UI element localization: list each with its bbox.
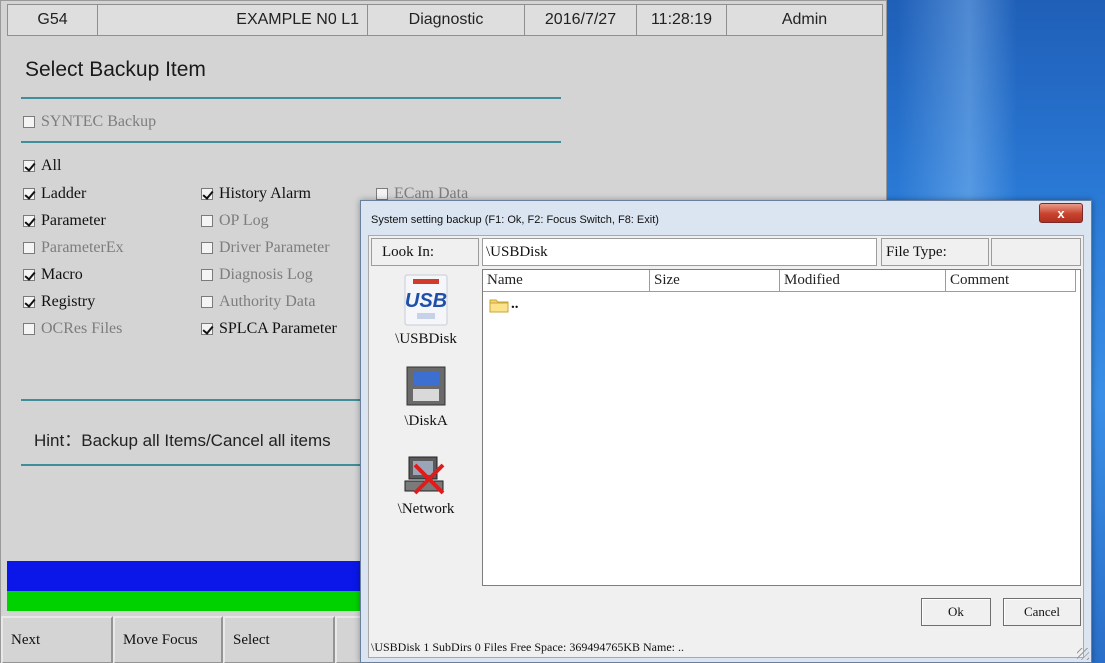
checkbox-label: ParameterEx bbox=[41, 239, 124, 256]
mode-label: Diagnostic bbox=[368, 5, 525, 35]
checkbox-label: All bbox=[41, 157, 62, 174]
checkbox-label: History Alarm bbox=[219, 185, 311, 202]
checkbox-label: Diagnosis Log bbox=[219, 266, 313, 283]
history-alarm-checkbox[interactable]: History Alarm bbox=[201, 185, 311, 203]
checkbox-label: Ladder bbox=[41, 185, 87, 202]
drive-label: \Network bbox=[397, 501, 455, 517]
parameter-checkbox[interactable]: Parameter bbox=[23, 212, 106, 230]
checkbox-box bbox=[201, 188, 213, 200]
divider bbox=[21, 141, 561, 143]
checkbox-label: OCRes Files bbox=[41, 320, 123, 337]
program-name: EXAMPLE N0 L1 bbox=[98, 5, 368, 35]
file-list: Name Size Modified Comment .. bbox=[482, 269, 1081, 586]
checkbox-box bbox=[23, 188, 35, 200]
file-list-header: Name Size Modified Comment bbox=[483, 270, 1080, 292]
dialog-title: System setting backup (F1: Ok, F2: Focus… bbox=[371, 214, 659, 226]
checkbox-label: Parameter bbox=[41, 212, 106, 229]
look-in-label: Look In: bbox=[371, 238, 479, 266]
hint-text: Hint：Backup all Items/Cancel all items bbox=[34, 431, 331, 450]
column-modified[interactable]: Modified bbox=[780, 270, 946, 292]
resize-grip[interactable] bbox=[1077, 648, 1089, 660]
checkbox-box bbox=[201, 215, 213, 227]
svg-text:USB: USB bbox=[405, 290, 447, 312]
status-bar: G54 EXAMPLE N0 L1 Diagnostic 2016/7/27 1… bbox=[7, 4, 883, 36]
checkbox-box bbox=[23, 116, 35, 128]
column-comment[interactable]: Comment bbox=[946, 270, 1076, 292]
splca-parameter-checkbox[interactable]: SPLCA Parameter bbox=[201, 320, 337, 338]
checkbox-box bbox=[23, 269, 35, 281]
checkbox-box bbox=[376, 188, 388, 200]
dialog-body: Look In: \USBDisk File Type: USB \USBDis… bbox=[368, 235, 1084, 658]
ladder-checkbox[interactable]: Ladder bbox=[23, 185, 86, 203]
page-title: Select Backup Item bbox=[25, 58, 206, 81]
op-log-checkbox[interactable]: OP Log bbox=[201, 212, 269, 230]
checkbox-label: Driver Parameter bbox=[219, 239, 330, 256]
user-label: Admin bbox=[781, 11, 828, 28]
softkey-next[interactable]: Next bbox=[1, 616, 113, 663]
diagnosis-log-checkbox[interactable]: Diagnosis Log bbox=[201, 266, 313, 284]
date-label: 2016/7/27 bbox=[525, 5, 637, 35]
drive-label: \DiskA bbox=[404, 413, 448, 429]
parameterex-checkbox[interactable]: ParameterEx bbox=[23, 239, 124, 257]
checkbox-label: Authority Data bbox=[219, 293, 316, 310]
checkbox-box bbox=[23, 242, 35, 254]
ocres-files-checkbox[interactable]: OCRes Files bbox=[23, 320, 122, 338]
checkbox-label: Macro bbox=[41, 266, 83, 283]
usb-drive-icon: USB bbox=[404, 274, 448, 326]
cancel-button[interactable]: Cancel bbox=[1003, 598, 1081, 626]
file-type-field[interactable] bbox=[991, 238, 1081, 266]
disk-icon bbox=[406, 366, 446, 406]
checkbox-box bbox=[23, 215, 35, 227]
divider bbox=[21, 97, 561, 99]
syntec-backup-checkbox[interactable]: SYNTEC Backup bbox=[23, 113, 156, 131]
list-item[interactable]: .. bbox=[489, 296, 519, 313]
backup-dialog: System setting backup (F1: Ok, F2: Focus… bbox=[360, 200, 1092, 663]
drive-usbdisk[interactable]: USB \USBDisk bbox=[371, 273, 481, 348]
look-in-field[interactable]: \USBDisk bbox=[482, 238, 877, 266]
dialog-status-line: \USBDisk 1 SubDirs 0 Files Free Space: 3… bbox=[371, 640, 684, 654]
checkbox-box bbox=[201, 269, 213, 281]
time-label: 11:28:19 bbox=[637, 5, 727, 35]
registry-checkbox[interactable]: Registry bbox=[23, 293, 95, 311]
softkey-select[interactable]: Select bbox=[223, 616, 335, 663]
checkbox-box bbox=[23, 296, 35, 308]
checkbox-box bbox=[201, 323, 213, 335]
drive-list: USB \USBDisk \DiskA \Network bbox=[371, 269, 481, 586]
checkbox-box bbox=[23, 323, 35, 335]
column-size[interactable]: Size bbox=[650, 270, 780, 292]
checkbox-box bbox=[201, 242, 213, 254]
ok-button[interactable]: Ok bbox=[921, 598, 991, 626]
column-name[interactable]: Name bbox=[483, 270, 650, 292]
checkbox-label: Registry bbox=[41, 293, 96, 310]
checkbox-label: SYNTEC Backup bbox=[41, 113, 157, 130]
authority-data-checkbox[interactable]: Authority Data bbox=[201, 293, 315, 311]
network-drive-disconnected-icon bbox=[404, 456, 445, 495]
file-name: .. bbox=[511, 296, 519, 312]
checkbox-box bbox=[201, 296, 213, 308]
driver-parameter-checkbox[interactable]: Driver Parameter bbox=[201, 239, 330, 257]
drive-diska[interactable]: \DiskA bbox=[371, 363, 481, 430]
checkbox-label: OP Log bbox=[219, 212, 269, 229]
close-icon[interactable]: x bbox=[1039, 203, 1083, 223]
macro-checkbox[interactable]: Macro bbox=[23, 266, 83, 284]
file-type-label: File Type: bbox=[881, 238, 989, 266]
coord-system: G54 bbox=[8, 5, 98, 35]
drive-label: \USBDisk bbox=[395, 331, 457, 347]
folder-icon bbox=[489, 299, 509, 312]
checkbox-label: SPLCA Parameter bbox=[219, 320, 337, 337]
softkey-move-focus[interactable]: Move Focus bbox=[113, 616, 223, 663]
checkbox-box bbox=[23, 160, 35, 172]
drive-network[interactable]: \Network bbox=[371, 451, 481, 518]
all-checkbox[interactable]: All bbox=[23, 157, 61, 175]
